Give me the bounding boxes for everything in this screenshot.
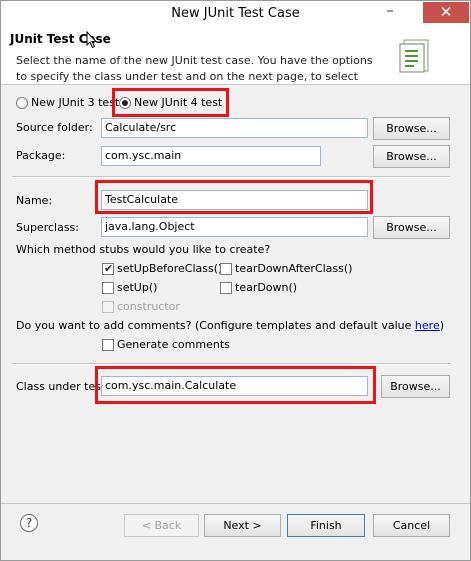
constructor-label: constructor — [117, 300, 180, 313]
configure-templates-link[interactable]: here — [415, 319, 440, 332]
mouse-cursor-icon — [86, 31, 98, 49]
generate-comments-checkbox[interactable] — [102, 339, 114, 351]
junit-wizard-icon — [399, 39, 429, 73]
package-browse-button[interactable]: Browse... — [373, 145, 450, 168]
comments-question: Do you want to add comments? (Configure … — [16, 319, 444, 332]
highlight-class-under-test — [95, 366, 376, 404]
comments-question-prefix: Do you want to add comments? (Configure … — [16, 319, 415, 332]
junit3-radio[interactable] — [16, 97, 28, 109]
footer-separator — [1, 503, 470, 504]
junit3-label: New JUnit 3 test — [31, 96, 120, 109]
name-label: Name: — [16, 194, 53, 207]
checkmark-icon: ✔ — [104, 262, 114, 275]
minimize-icon[interactable]: – — [377, 2, 403, 22]
source-folder-browse-button[interactable]: Browse... — [373, 117, 450, 140]
teardown-after-class-label: tearDownAfterClass() — [235, 262, 353, 275]
package-label: Package: — [16, 149, 66, 162]
source-folder-label: Source folder: — [16, 121, 93, 134]
source-folder-input[interactable]: Calculate/src — [101, 118, 368, 138]
superclass-browse-button[interactable]: Browse... — [373, 216, 450, 239]
constructor-checkbox — [102, 301, 114, 313]
help-icon[interactable]: ? — [20, 514, 38, 532]
setup-checkbox[interactable] — [102, 282, 114, 294]
finish-button[interactable]: Finish — [287, 514, 365, 537]
setup-label: setUp() — [117, 281, 158, 294]
stubs-question: Which method stubs would you like to cre… — [16, 243, 271, 256]
superclass-label: Superclass: — [16, 221, 79, 234]
separator — [12, 364, 450, 365]
highlight-junit4 — [112, 88, 229, 117]
cancel-button[interactable]: Cancel — [373, 514, 450, 537]
back-button: < Back — [124, 514, 199, 537]
teardown-after-class-checkbox[interactable] — [220, 263, 232, 275]
teardown-checkbox[interactable] — [220, 282, 232, 294]
class-under-test-browse-button[interactable]: Browse... — [381, 375, 450, 398]
package-input[interactable]: com.ysc.main — [101, 146, 321, 166]
title-bar: New JUnit Test Case – ✕ — [1, 1, 470, 27]
teardown-label: tearDown() — [235, 281, 298, 294]
next-button[interactable]: Next > — [204, 514, 281, 537]
generate-comments-label: Generate comments — [117, 338, 230, 351]
setup-before-class-label: setUpBeforeClass() — [117, 262, 223, 275]
separator — [12, 177, 450, 178]
setup-before-class-checkbox[interactable]: ✔ — [102, 262, 114, 275]
close-icon[interactable]: ✕ — [423, 2, 469, 23]
superclass-input[interactable]: java.lang.Object — [101, 217, 368, 237]
highlight-name — [95, 180, 373, 214]
comments-question-suffix: ) — [439, 319, 445, 332]
